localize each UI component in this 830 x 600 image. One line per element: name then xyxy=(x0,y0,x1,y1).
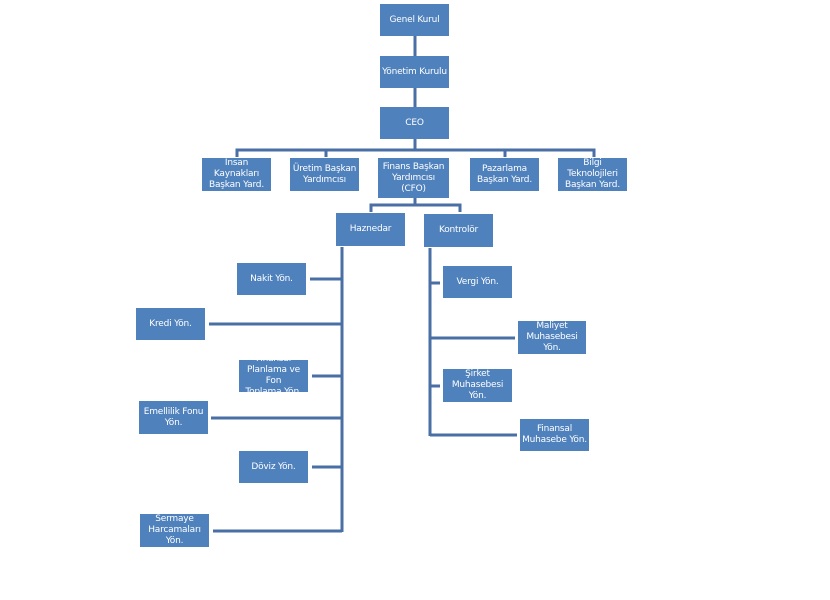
node-genel-kurul: Genel Kurul xyxy=(380,4,449,36)
node-kredi: Kredi Yön. xyxy=(136,308,205,340)
connector xyxy=(235,148,596,157)
node-vergi: Vergi Yön. xyxy=(443,266,512,298)
node-finansal-planlama: Finansal Planlama ve Fon Toplama Yön. xyxy=(239,360,308,392)
node-yonetim-kurulu: Yönetim Kurulu xyxy=(380,56,449,88)
node-pazarlama: Pazarlama Başkan Yard. xyxy=(470,158,539,191)
node-finans-cfo: Finans Başkan Yardımcısı (CFO) xyxy=(378,158,449,198)
node-emeklilik: Emellilik Fonu Yön. xyxy=(139,401,208,434)
node-ceo: CEO xyxy=(380,107,449,139)
node-kontrolor: Kontrolör xyxy=(424,214,493,247)
node-maliyet: Maliyet Muhasebesi Yön. xyxy=(518,321,586,354)
org-chart: Genel Kurul Yönetim Kurulu CEO İnsan Kay… xyxy=(0,0,830,600)
node-bilgi-teknolojileri: Bilgi Teknolojileri Başkan Yard. xyxy=(558,158,627,191)
node-finansal-muhasebe: Finansal Muhasebe Yön. xyxy=(520,419,589,451)
node-insan-kaynaklari: İnsan Kaynakları Başkan Yard. xyxy=(202,158,271,191)
node-sermaye: Sermaye Harcamaları Yön. xyxy=(140,514,209,547)
node-nakit: Nakit Yön. xyxy=(237,263,306,295)
node-uretim: Üretim Başkan Yardımcısı xyxy=(290,158,359,191)
node-sirket: Şirket Muhasebesi Yön. xyxy=(443,369,512,402)
node-doviz: Döviz Yön. xyxy=(239,451,308,483)
connector xyxy=(369,203,462,212)
connector-lines xyxy=(209,36,596,533)
node-haznedar: Haznedar xyxy=(336,213,405,246)
